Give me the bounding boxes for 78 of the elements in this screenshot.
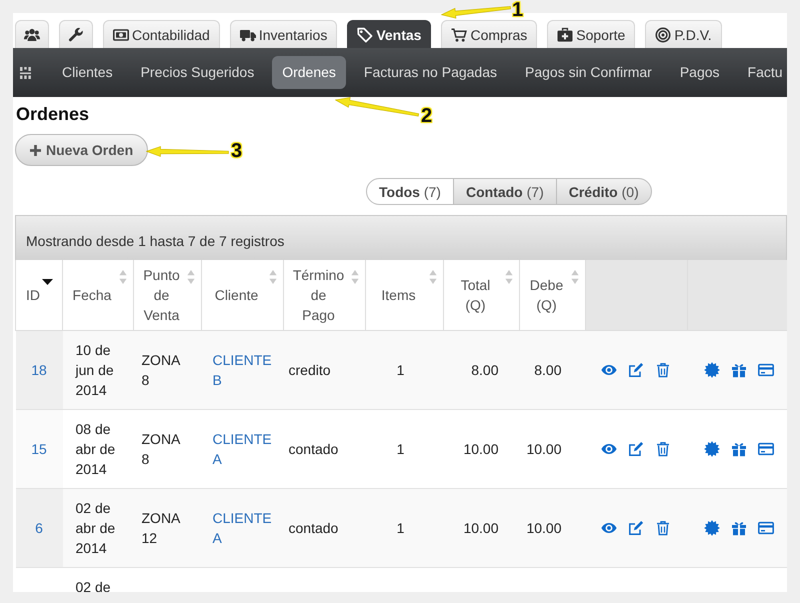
gift-icon[interactable] <box>730 441 746 457</box>
column-header[interactable]: Término de Pago <box>284 260 366 330</box>
column-header[interactable]: Total (Q) <box>444 260 520 330</box>
wrench-icon <box>68 26 84 42</box>
order-link[interactable]: 18 <box>31 360 47 380</box>
column-header[interactable]: Debe (Q) <box>520 260 586 330</box>
module-tab[interactable] <box>59 20 93 48</box>
gift-icon[interactable] <box>730 520 746 536</box>
trash-icon[interactable] <box>654 520 670 536</box>
client-link[interactable]: CLIENTE A <box>212 508 274 548</box>
filter-button[interactable]: Contado (7) <box>452 178 557 205</box>
seal-icon[interactable] <box>704 441 720 457</box>
callout-number: 1 <box>512 0 524 21</box>
edit-icon[interactable] <box>628 441 644 457</box>
subnav-link[interactable]: Clientes <box>52 56 123 89</box>
banknote-icon <box>113 26 129 42</box>
subnav-link[interactable]: Factu <box>738 56 787 89</box>
column-header[interactable]: Punto de Venta <box>134 260 202 330</box>
order-link[interactable]: 6 <box>35 518 43 538</box>
filter-button[interactable]: Todos (7) <box>366 178 454 205</box>
subnav-link[interactable]: Precios Sugeridos <box>130 56 264 89</box>
edit-icon[interactable] <box>628 362 644 378</box>
trash-icon[interactable] <box>654 441 670 457</box>
subnav-link[interactable]: Pagos <box>670 56 730 89</box>
table-cell: ZONA 8 <box>134 330 202 410</box>
order-link[interactable]: 15 <box>31 439 47 459</box>
credit-card-icon[interactable] <box>758 441 774 457</box>
callout-number: 3 <box>231 140 242 162</box>
table-cell: contado <box>284 488 366 568</box>
edit-icon[interactable] <box>628 520 644 536</box>
subnav-link[interactable]: Pagos sin Confirmar <box>515 56 662 89</box>
view-eye-icon[interactable] <box>600 362 616 378</box>
module-tab[interactable] <box>15 20 49 48</box>
view-eye-icon[interactable] <box>600 441 616 457</box>
table-cell: 1 <box>366 330 444 410</box>
callout-arrow <box>440 6 512 20</box>
table-cell: ZONA 12 <box>134 488 202 568</box>
column-header[interactable]: ID <box>16 260 62 330</box>
client-link[interactable]: CLIENTE B <box>212 350 274 390</box>
module-tab[interactable]: P.D.V. <box>645 20 722 48</box>
table-cell: 10.00 <box>520 488 586 568</box>
medkit-icon <box>557 26 574 42</box>
bullseye-icon <box>655 26 672 42</box>
plus-icon <box>30 144 41 156</box>
table-cell: credito <box>284 330 366 410</box>
gift-icon[interactable] <box>730 362 746 378</box>
module-tab[interactable]: Inventarios <box>230 20 338 48</box>
filter-button[interactable]: Crédito (0) <box>556 178 652 205</box>
grid-icon[interactable] <box>20 66 31 78</box>
page-title: Ordenes <box>16 103 90 125</box>
users-icon <box>24 26 40 42</box>
module-tab[interactable]: Compras <box>441 20 538 48</box>
records-info: Mostrando desde 1 hasta 7 de 7 registros <box>26 233 284 249</box>
subnav-link[interactable]: Ordenes <box>272 56 346 89</box>
table-cell: 10.00 <box>444 488 520 568</box>
module-tab[interactable]: Contabilidad <box>103 20 220 48</box>
module-tab[interactable]: Ventas <box>347 20 432 48</box>
table-cell: 8.00 <box>520 330 586 410</box>
subnav-link[interactable]: Facturas no Pagadas <box>354 56 508 89</box>
column-header[interactable]: Fecha <box>62 260 134 330</box>
module-tab[interactable]: Soporte <box>547 20 636 48</box>
credit-card-icon[interactable] <box>758 520 774 536</box>
tags-icon <box>357 26 374 42</box>
new-order-button[interactable]: Nueva Orden <box>15 134 148 166</box>
callout-number: 2 <box>421 105 432 127</box>
cart-icon <box>451 26 468 42</box>
client-link[interactable]: CLIENTE A <box>212 429 274 469</box>
column-header[interactable]: Cliente <box>202 260 284 330</box>
seal-icon[interactable] <box>704 362 720 378</box>
table-cell: 02 de abr de 2014 <box>62 488 134 568</box>
table-cell: 02 de <box>62 568 134 592</box>
credit-card-icon[interactable] <box>758 362 774 378</box>
table-cell: 8.00 <box>444 330 520 410</box>
table-cell: 1 <box>366 488 444 568</box>
column-header[interactable]: Items <box>366 260 444 330</box>
seal-icon[interactable] <box>704 520 720 536</box>
trash-icon[interactable] <box>654 362 670 378</box>
view-eye-icon[interactable] <box>600 520 616 536</box>
